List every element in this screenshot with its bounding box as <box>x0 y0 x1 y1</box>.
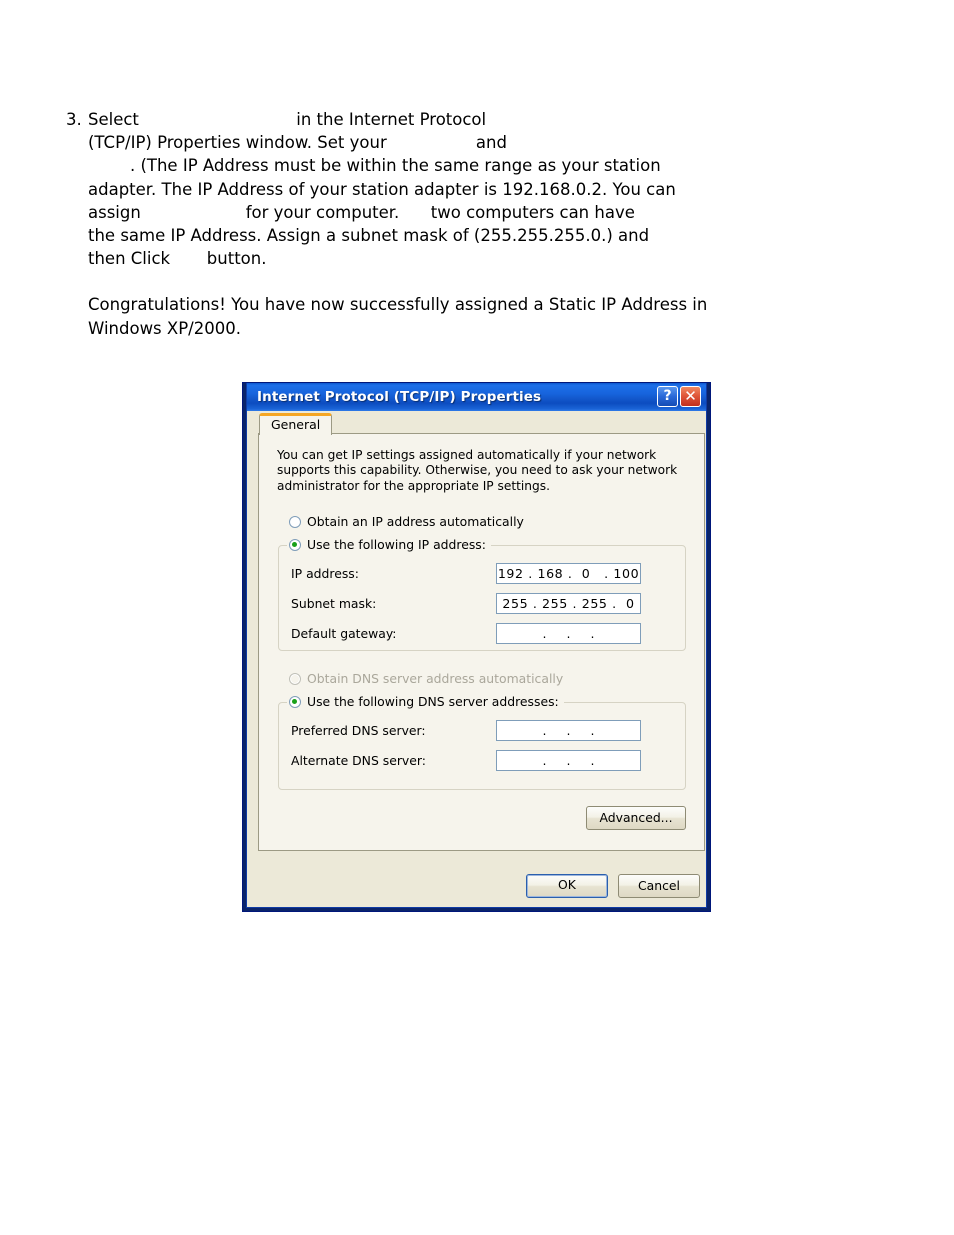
step-line: the same IP Address. Assign a subnet mas… <box>88 226 650 246</box>
alternate-dns-input[interactable]: . . . <box>496 749 641 771</box>
step-line: Select in the Internet Protocol <box>88 110 487 129</box>
ip-address-label: IP address: <box>291 565 359 581</box>
radio-use-following-ip[interactable]: Use the following IP address: <box>287 537 491 552</box>
preferred-dns-row: Preferred DNS server: . . . <box>291 719 675 741</box>
radio-icon <box>289 515 301 528</box>
radio-use-following-dns[interactable]: Use the following DNS server addresses: <box>287 694 564 709</box>
internet-protocol-properties-dialog: Internet Protocol (TCP/IP) Properties ? … <box>242 382 711 912</box>
radio-label: Use the following IP address: <box>307 537 486 552</box>
preferred-dns-label: Preferred DNS server: <box>291 722 426 738</box>
step-number: 3. <box>66 110 82 129</box>
step-line: (TCP/IP) Properties window. Set your and <box>88 133 507 153</box>
dialog-title: Internet Protocol (TCP/IP) Properties <box>257 389 542 405</box>
alternate-dns-label: Alternate DNS server: <box>291 752 426 768</box>
subnet-mask-label: Subnet mask: <box>291 595 377 611</box>
default-gateway-input[interactable]: . . . <box>496 622 641 644</box>
document-body: 3. Select in the Internet Protocol (TCP/… <box>66 108 826 340</box>
step-line: . (The IP Address must be within the sam… <box>88 156 661 176</box>
tab-general[interactable]: General <box>259 413 333 435</box>
close-icon[interactable]: ✕ <box>680 386 701 407</box>
subnet-mask-input[interactable]: 255 . 255 . 255 . 0 <box>496 592 641 614</box>
default-gateway-row: Default gateway: . . . <box>291 622 675 644</box>
help-icon[interactable]: ? <box>657 386 678 407</box>
dialog-inner-frame: Internet Protocol (TCP/IP) Properties ? … <box>246 383 707 908</box>
advanced-button[interactable]: Advanced... <box>586 806 686 830</box>
radio-label: Obtain an IP address automatically <box>307 514 524 529</box>
radio-icon <box>289 695 301 708</box>
closing-paragraph: Congratulations! You have now successful… <box>88 295 708 338</box>
dns-server-groupbox: Use the following DNS server addresses: … <box>278 694 686 790</box>
ip-address-input[interactable]: 192 . 168 . 0 . 100 <box>496 562 641 584</box>
step-line: then Click button. <box>88 249 267 269</box>
ok-button[interactable]: OK <box>526 874 608 898</box>
ip-address-row: IP address: 192 . 168 . 0 . 100 <box>291 562 675 584</box>
step-line: adapter. The IP Address of your station … <box>88 179 676 199</box>
instruction-step-3: 3. Select in the Internet Protocol (TCP/… <box>66 108 826 270</box>
radio-label: Obtain DNS server address automatically <box>307 671 564 686</box>
radio-icon <box>289 538 301 551</box>
dialog-titlebar[interactable]: Internet Protocol (TCP/IP) Properties ? … <box>247 383 706 411</box>
preferred-dns-input[interactable]: . . . <box>496 719 641 741</box>
general-tab-panel: You can get IP settings assigned automat… <box>258 433 705 851</box>
panel-description: You can get IP settings assigned automat… <box>277 448 678 493</box>
subnet-mask-row: Subnet mask: 255 . 255 . 255 . 0 <box>291 592 675 614</box>
radio-icon <box>289 672 301 685</box>
default-gateway-label: Default gateway: <box>291 625 397 641</box>
radio-obtain-dns-automatically[interactable]: Obtain DNS server address automatically <box>289 671 563 686</box>
cancel-button[interactable]: Cancel <box>618 874 700 898</box>
step-line: assign for your computer. two computers … <box>88 202 635 222</box>
ip-address-groupbox: Use the following IP address: IP address… <box>278 537 686 651</box>
titlebar-button-group: ? ✕ <box>657 386 701 407</box>
radio-obtain-ip-automatically[interactable]: Obtain an IP address automatically <box>289 514 524 529</box>
alternate-dns-row: Alternate DNS server: . . . <box>291 749 675 771</box>
step-text: Select in the Internet Protocol (TCP/IP)… <box>88 108 826 270</box>
radio-label: Use the following DNS server addresses: <box>307 694 559 709</box>
tab-strip: General <box>247 411 706 435</box>
